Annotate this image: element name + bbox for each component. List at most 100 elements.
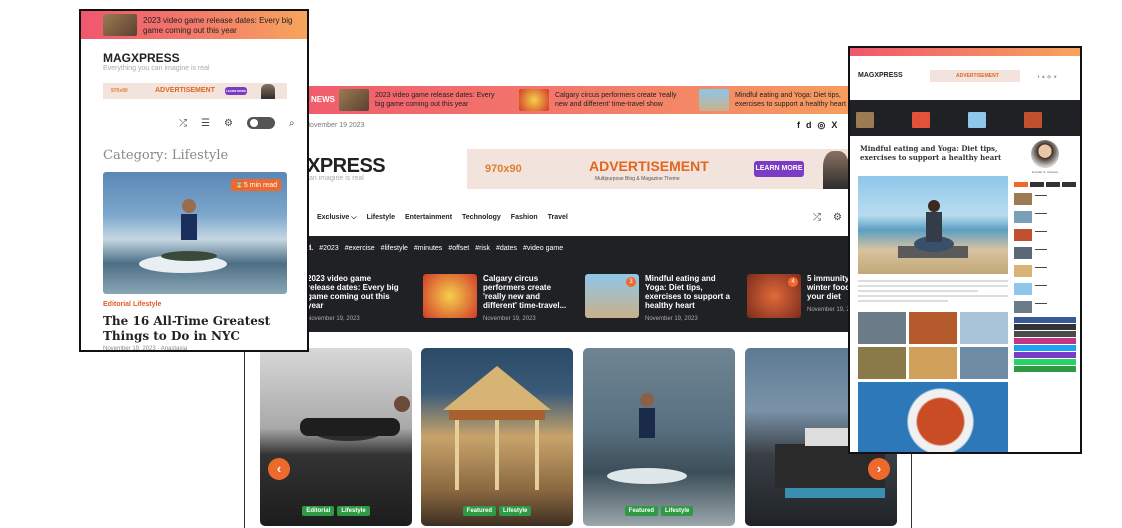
news-ticker[interactable]: 2023 video game release dates: Every big… <box>81 11 307 39</box>
sidebar-item[interactable]: ▬▬▬▬ <box>1014 283 1076 295</box>
badge-lifestyle[interactable]: Lifestyle <box>499 506 532 516</box>
sidebar-thumbnail <box>1014 283 1032 295</box>
slider-prev-button[interactable]: ‹ <box>268 458 290 480</box>
slider-card[interactable]: Featured Lifestyle <box>583 348 735 526</box>
post-categories[interactable]: Editorial Lifestyle <box>103 301 161 308</box>
main-nav: Exclusive ⌵ Lifestyle Entertainment Tech… <box>317 214 568 222</box>
gallery-image[interactable] <box>858 347 906 379</box>
advertisement-banner[interactable]: ADVERTISEMENT <box>930 70 1020 82</box>
sidebar-tab[interactable] <box>1062 182 1076 187</box>
sidebar-tab[interactable] <box>1046 182 1060 187</box>
trending-card[interactable] <box>912 112 930 128</box>
sidebar-item[interactable]: ▬▬▬▬ <box>1014 247 1076 259</box>
nav-item-lifestyle[interactable]: Lifestyle <box>367 214 395 222</box>
tag-link[interactable]: #2023 <box>319 245 338 252</box>
whatsapp-bar[interactable] <box>1014 359 1076 365</box>
nav-item-fashion[interactable]: Fashion <box>511 214 538 222</box>
tag-link[interactable]: #offset <box>448 245 469 252</box>
ad-size: 970x90 <box>111 88 128 94</box>
nav-item-entertainment[interactable]: Entertainment <box>405 214 452 222</box>
sidebar-item[interactable]: ▬▬▬▬ <box>1014 229 1076 241</box>
discord-icon[interactable]: d <box>1042 74 1044 79</box>
discord-bar[interactable] <box>1014 324 1076 330</box>
trending-card[interactable] <box>856 112 874 128</box>
header-date: November 19 2023 <box>305 122 365 129</box>
nav-item-exclusive[interactable]: Exclusive ⌵ <box>317 214 357 222</box>
yoga-woman-image <box>898 200 968 258</box>
menu-icon[interactable]: ☰ <box>201 118 210 129</box>
facebook-icon[interactable]: f <box>797 120 800 131</box>
sidebar-thumbnail <box>1014 301 1032 313</box>
mobile-toolbar: ⤮ ☰ ⚙ ⌕ <box>179 117 295 129</box>
nav-item-technology[interactable]: Technology <box>462 214 501 222</box>
sidebar-tab[interactable] <box>1030 182 1044 187</box>
slider-next-button[interactable]: › <box>868 458 890 480</box>
badge-featured[interactable]: Featured <box>462 506 496 516</box>
ad-learn-more-button[interactable]: LEARN MORE <box>754 161 804 177</box>
trending-card[interactable]: Calgary circus performers create 'really… <box>423 274 575 324</box>
gear-icon[interactable]: ⚙ <box>224 118 233 129</box>
post-image[interactable]: ⌛5 min read <box>103 172 287 294</box>
advertisement-banner[interactable]: 970x90 ADVERTISEMENT Multipurpose Blog &… <box>467 149 853 189</box>
sidebar-item[interactable]: ▬▬▬▬ <box>1014 211 1076 223</box>
badge-featured[interactable]: Featured <box>624 506 658 516</box>
trending-card[interactable] <box>968 112 986 128</box>
instagram-icon[interactable]: ◎ <box>1047 74 1051 79</box>
advertisement-banner[interactable]: 970x90 ADVERTISEMENT LEARN MORE <box>103 83 287 99</box>
search-icon[interactable]: ⌕ <box>289 118 295 129</box>
facebook-icon[interactable]: f <box>1038 74 1039 79</box>
tag-link[interactable]: #risk <box>475 245 490 252</box>
badge-lifestyle[interactable]: Lifestyle <box>337 506 370 516</box>
tag-link[interactable]: #minutes <box>414 245 442 252</box>
trending-card[interactable] <box>1024 112 1042 128</box>
instagram-bar[interactable] <box>1014 338 1076 344</box>
sidebar-tab[interactable] <box>1014 182 1028 187</box>
ticker-item[interactable]: Mindful eating and Yoga: Diet tips, exer… <box>699 89 857 111</box>
x-bar[interactable] <box>1014 331 1076 337</box>
tag-link[interactable]: #lifestyle <box>381 245 408 252</box>
sidebar-item-lines: ▬▬▬▬ <box>1035 193 1047 197</box>
site-logo[interactable]: MAGXPRESS <box>103 51 180 65</box>
shuffle-icon[interactable]: ⤮ <box>813 212 821 223</box>
x-icon[interactable]: X <box>1054 74 1057 79</box>
avatar[interactable] <box>1031 140 1059 168</box>
site-logo[interactable]: MAGXPRESS <box>858 72 903 79</box>
slider-card[interactable]: Editorial Lifestyle <box>260 348 412 526</box>
gallery-image[interactable] <box>960 347 1008 379</box>
post-title[interactable]: The 16 All-Time Greatest Things to Do in… <box>103 314 293 344</box>
rss-bar[interactable] <box>1014 366 1076 372</box>
trending-date: November 19, 2023 <box>645 316 698 322</box>
slider-card[interactable]: Featured Lifestyle <box>421 348 573 526</box>
twitter-bar[interactable] <box>1014 345 1076 351</box>
trending-card[interactable]: 3 Mindful eating and Yoga: Diet tips, ex… <box>585 274 737 324</box>
author-name[interactable]: Jennifer S. Johnson <box>1014 170 1076 174</box>
gallery-image[interactable] <box>960 312 1008 344</box>
gallery-image[interactable] <box>909 312 957 344</box>
gear-icon[interactable]: ⚙ <box>833 212 842 223</box>
instagram-icon[interactable]: ◎ <box>818 120 826 131</box>
gallery-image[interactable] <box>858 312 906 344</box>
tag-link[interactable]: #video game <box>523 245 563 252</box>
sidebar-item[interactable]: ▬▬▬▬ <box>1014 301 1076 313</box>
badge-lifestyle[interactable]: Lifestyle <box>661 506 694 516</box>
trending-rank: 3 <box>626 277 636 287</box>
sidebar-thumbnail <box>1014 247 1032 259</box>
ticker-item-title: Mindful eating and Yoga: Diet tips, exer… <box>735 92 846 108</box>
facebook-bar[interactable] <box>1014 317 1076 323</box>
discord-icon[interactable]: d <box>806 120 812 131</box>
sidebar-item[interactable]: ▬▬▬▬ <box>1014 265 1076 277</box>
sidebar-item[interactable]: ▬▬▬▬ <box>1014 193 1076 205</box>
tag-link[interactable]: #dates <box>496 245 517 252</box>
ticker-item[interactable]: 2023 video game release dates: Every big… <box>339 89 497 111</box>
dark-mode-toggle[interactable] <box>246 117 275 129</box>
twitch-bar[interactable] <box>1014 352 1076 358</box>
x-icon[interactable]: X <box>831 120 837 131</box>
gallery-image[interactable] <box>909 347 957 379</box>
tag-link[interactable]: #exercise <box>345 245 375 252</box>
shuffle-icon[interactable]: ⤮ <box>179 118 187 129</box>
ticker-thumbnail <box>339 89 369 111</box>
ad-learn-more-button[interactable]: LEARN MORE <box>225 87 247 95</box>
nav-item-travel[interactable]: Travel <box>548 214 568 222</box>
badge-editorial[interactable]: Editorial <box>302 506 335 516</box>
ticker-item[interactable]: Calgary circus performers create 'really… <box>519 89 677 111</box>
